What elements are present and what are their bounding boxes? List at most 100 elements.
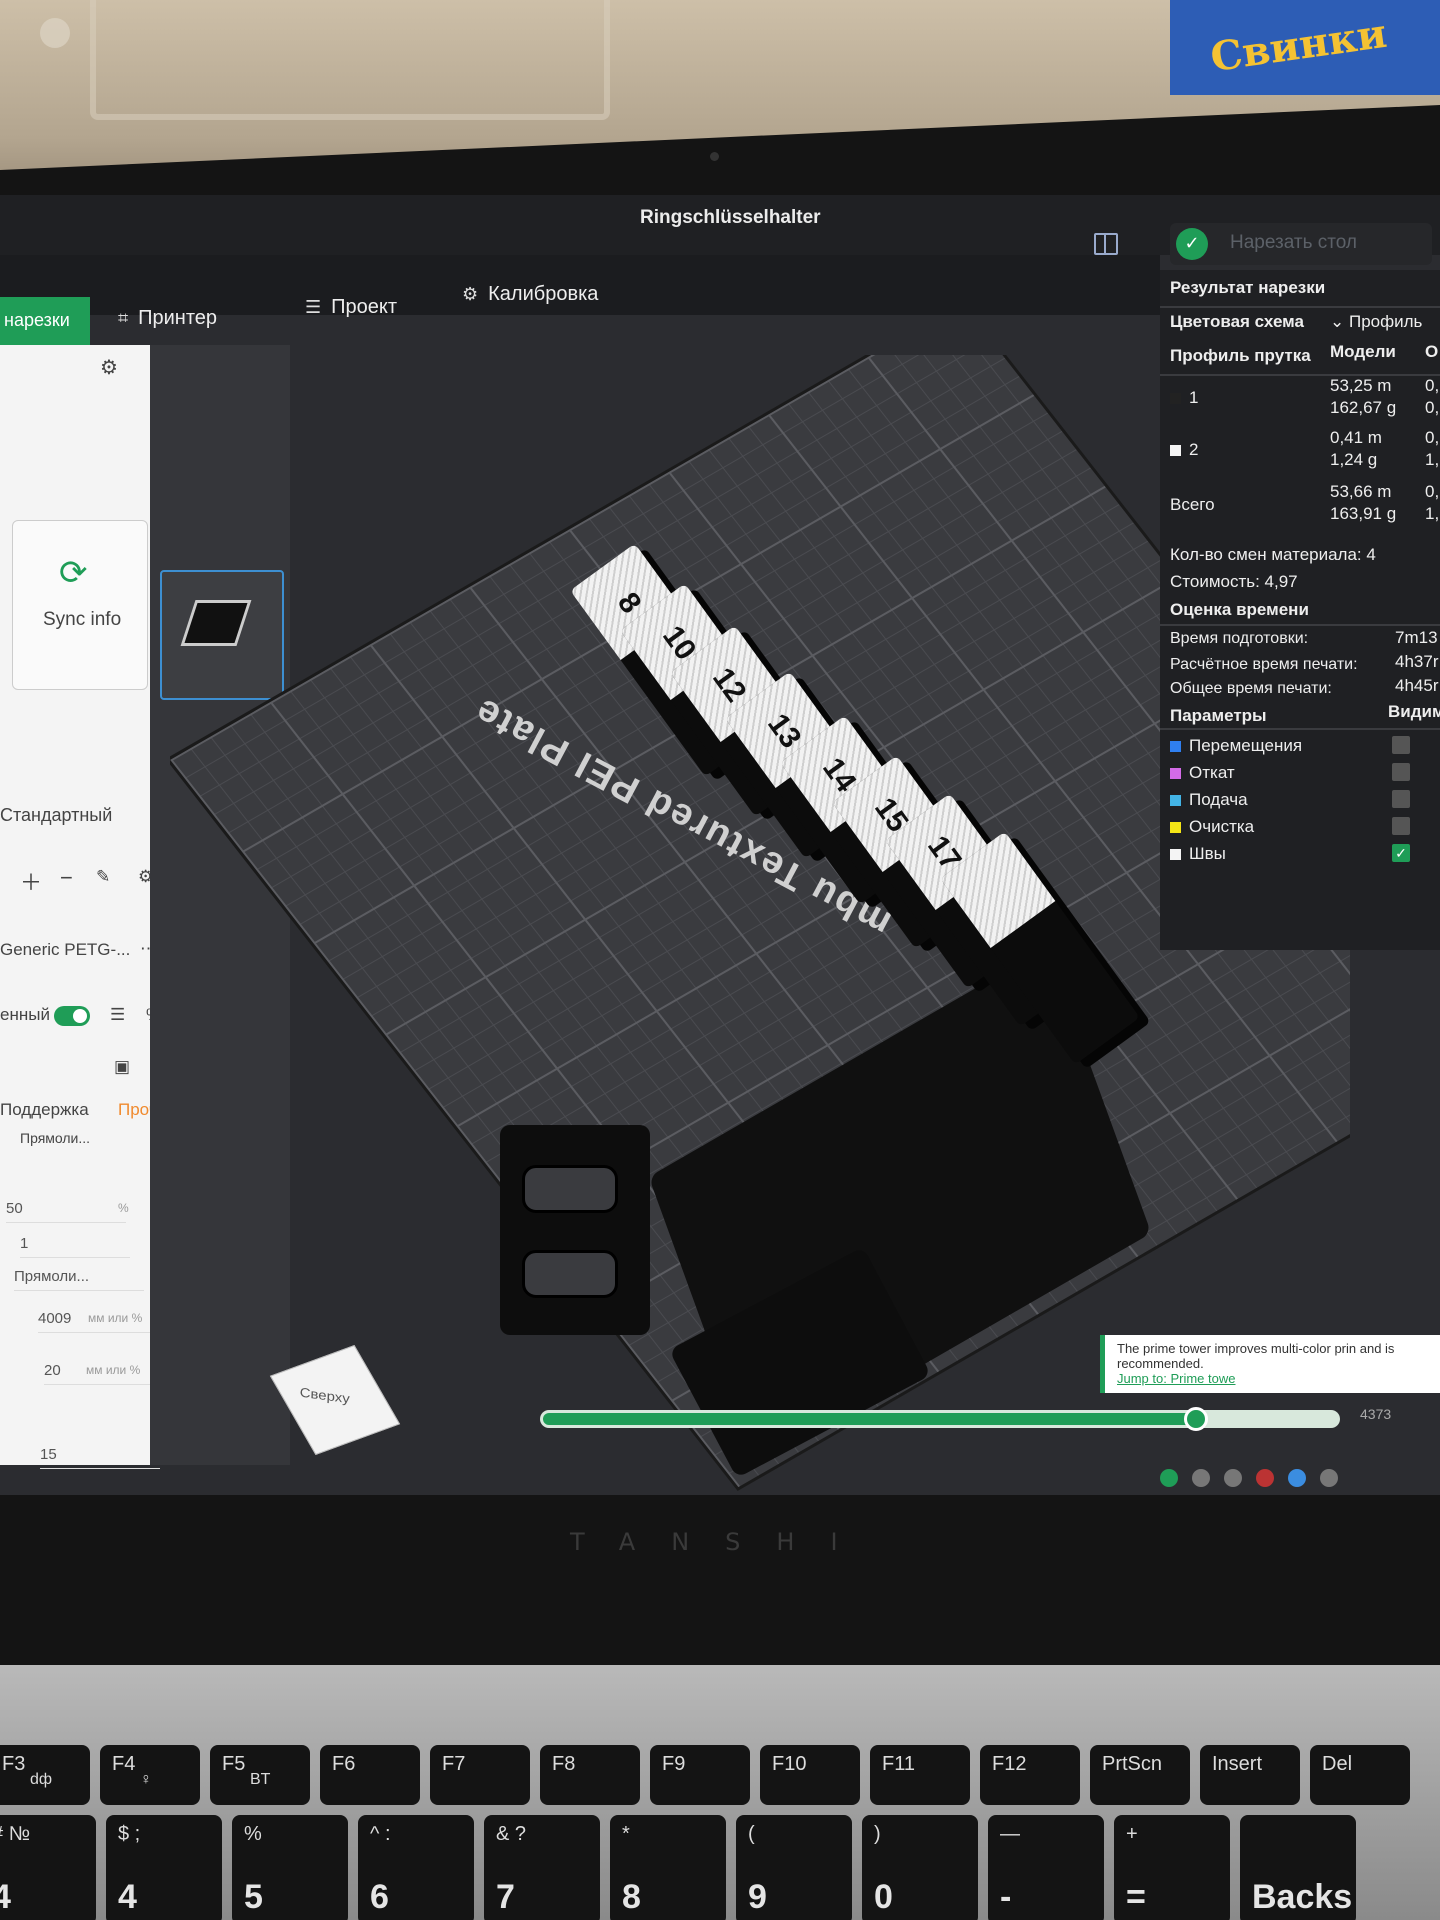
results-title: Результат нарезки xyxy=(1170,278,1326,297)
tab-support[interactable]: Поддержка xyxy=(0,1100,89,1120)
param-visibility-checkbox[interactable] xyxy=(1392,790,1410,808)
key-prtscn[interactable]: PrtScn xyxy=(1090,1745,1190,1805)
slice-plate-button[interactable]: ✓ Нарезать стол xyxy=(1170,223,1432,265)
param-color-swatch xyxy=(1170,849,1181,861)
key-5[interactable]: * 8 xyxy=(610,1815,726,1920)
key-1[interactable]: $ ; 4 xyxy=(106,1815,222,1920)
key-f4[interactable]: F4 ♀ xyxy=(100,1745,200,1805)
prime-tower-notice: The prime tower improves multi-color pri… xyxy=(1100,1335,1440,1393)
param-visibility-checkbox[interactable] xyxy=(1392,763,1410,781)
color-scheme-label: Цветовая схема xyxy=(1170,312,1304,331)
key-shift-label: — xyxy=(1000,1823,1020,1845)
param-visibility-checkbox[interactable] xyxy=(1392,817,1410,835)
total-time-value: 4h45r xyxy=(1395,676,1439,695)
key-f8[interactable]: F8 xyxy=(540,1745,640,1805)
param-visibility-checkbox-checked[interactable]: ✓ xyxy=(1392,844,1410,862)
model-side-bracket[interactable] xyxy=(500,1125,650,1335)
key-shift-label: * xyxy=(622,1823,630,1845)
field-input[interactable]: 15 xyxy=(40,1441,160,1469)
key-main-label: 4 xyxy=(0,1878,11,1916)
param-color-swatch xyxy=(1170,795,1181,807)
field-input[interactable]: 50 xyxy=(6,1195,126,1223)
field-input[interactable]: 1 xyxy=(20,1230,130,1258)
key-f10[interactable]: F10 xyxy=(760,1745,860,1805)
key-4[interactable]: & ? 7 xyxy=(484,1815,600,1920)
tab-slice[interactable]: нарезки xyxy=(0,297,90,345)
tab-project[interactable]: ☰ Проект xyxy=(305,296,397,319)
list-icon[interactable]: ☰ xyxy=(110,1005,125,1025)
sync-info-card[interactable]: ⟳ Sync info xyxy=(12,520,148,690)
key-main-label: 6 xyxy=(370,1878,389,1916)
security-tray-icon[interactable] xyxy=(1256,1468,1274,1487)
row-extra: 0, xyxy=(1425,398,1440,417)
key-shift-label: ( xyxy=(748,1823,755,1845)
key-label: PrtScn xyxy=(1102,1753,1163,1775)
param-row: Откат xyxy=(1170,763,1235,783)
layer-slider-handle[interactable] xyxy=(1184,1407,1208,1431)
key-f11[interactable]: F11 xyxy=(870,1745,970,1805)
tab-project-label: Проект xyxy=(331,296,398,318)
remove-plate-icon[interactable]: − xyxy=(60,865,73,891)
key-shift-label: $ ; xyxy=(118,1823,141,1845)
key-10[interactable]: Backs xyxy=(1240,1815,1356,1920)
key-7[interactable]: ) 0 xyxy=(862,1815,978,1920)
add-plate-icon[interactable]: ＋ xyxy=(20,865,42,897)
key-9[interactable]: + = xyxy=(1114,1815,1230,1920)
param-visibility-checkbox[interactable] xyxy=(1392,736,1410,754)
key-f6[interactable]: F6 xyxy=(320,1745,420,1805)
time-estimate-title: Оценка времени xyxy=(1170,600,1309,619)
key-8[interactable]: — - xyxy=(988,1815,1104,1920)
app-tray-icon[interactable] xyxy=(1160,1468,1178,1487)
key-sublabel: BT xyxy=(250,1771,271,1788)
color-scheme-dropdown[interactable]: ⌄ Профиль xyxy=(1330,312,1422,332)
key-f3[interactable]: F3 dф xyxy=(0,1745,90,1805)
key-0[interactable]: # № 4 xyxy=(0,1815,96,1920)
layer-slider[interactable] xyxy=(540,1407,1340,1431)
key-6[interactable]: (9 xyxy=(736,1815,852,1920)
save-icon[interactable]: ▣ xyxy=(114,1057,130,1077)
key-f5[interactable]: F5 BT xyxy=(210,1745,310,1805)
key-shift-label: + xyxy=(1126,1823,1138,1845)
key-label: F9 xyxy=(662,1753,686,1775)
param-name: Подача xyxy=(1189,790,1248,809)
bluetooth-icon[interactable] xyxy=(1288,1468,1306,1487)
key-label: F10 xyxy=(772,1753,807,1775)
edit-icon[interactable]: ✎ xyxy=(96,867,110,887)
app-tray-icon[interactable] xyxy=(1224,1468,1242,1487)
process-preset[interactable]: Стандартный xyxy=(0,805,112,826)
param-row: Швы xyxy=(1170,844,1226,864)
key-2[interactable]: % 5 xyxy=(232,1815,348,1920)
field-value: Прямоли... xyxy=(14,1268,90,1285)
field-value: 1 xyxy=(20,1235,29,1252)
print-time-value: 4h37r xyxy=(1395,652,1439,671)
key-main-label: = xyxy=(1126,1878,1146,1916)
advanced-toggle[interactable] xyxy=(53,1005,90,1026)
param-color-swatch xyxy=(1170,741,1181,753)
print-time-label: Расчётное время печати: xyxy=(1170,656,1358,673)
key-label: F8 xyxy=(552,1753,576,1775)
key-insert[interactable]: Insert xyxy=(1200,1745,1300,1805)
battery-icon[interactable] xyxy=(1320,1468,1338,1487)
field-unit: мм или % xyxy=(86,1363,141,1377)
key-f12[interactable]: F12 xyxy=(980,1745,1080,1805)
key-main-label: - xyxy=(1000,1878,1012,1916)
layout-toggle-icon[interactable] xyxy=(1094,233,1118,255)
app-tray-icon[interactable] xyxy=(1192,1468,1210,1487)
key-del[interactable]: Del xyxy=(1310,1745,1410,1805)
settings-gear-icon[interactable]: ⚙ xyxy=(100,355,118,380)
key-shift-label: % xyxy=(244,1823,262,1845)
key-3[interactable]: ^ : 6 xyxy=(358,1815,474,1920)
prime-tower-link[interactable]: Jump to: Prime towe xyxy=(1117,1371,1236,1386)
field-value: 15 xyxy=(40,1446,57,1463)
filament-select[interactable]: Generic PETG-... xyxy=(0,940,130,960)
tab-printer[interactable]: ⌗ Принтер xyxy=(118,307,217,330)
key-f7[interactable]: F7 xyxy=(430,1745,530,1805)
row-weight: 163,91 g xyxy=(1330,504,1397,523)
field-unit: мм или % xyxy=(88,1311,143,1325)
row-extra: 0, xyxy=(1425,482,1440,501)
tab-calibration[interactable]: ⚙ Калибровка xyxy=(462,283,598,306)
pattern-select[interactable]: Прямоли... xyxy=(14,1263,144,1291)
row-name: 2 xyxy=(1189,440,1199,459)
divider xyxy=(1160,728,1440,730)
key-f9[interactable]: F9 xyxy=(650,1745,750,1805)
